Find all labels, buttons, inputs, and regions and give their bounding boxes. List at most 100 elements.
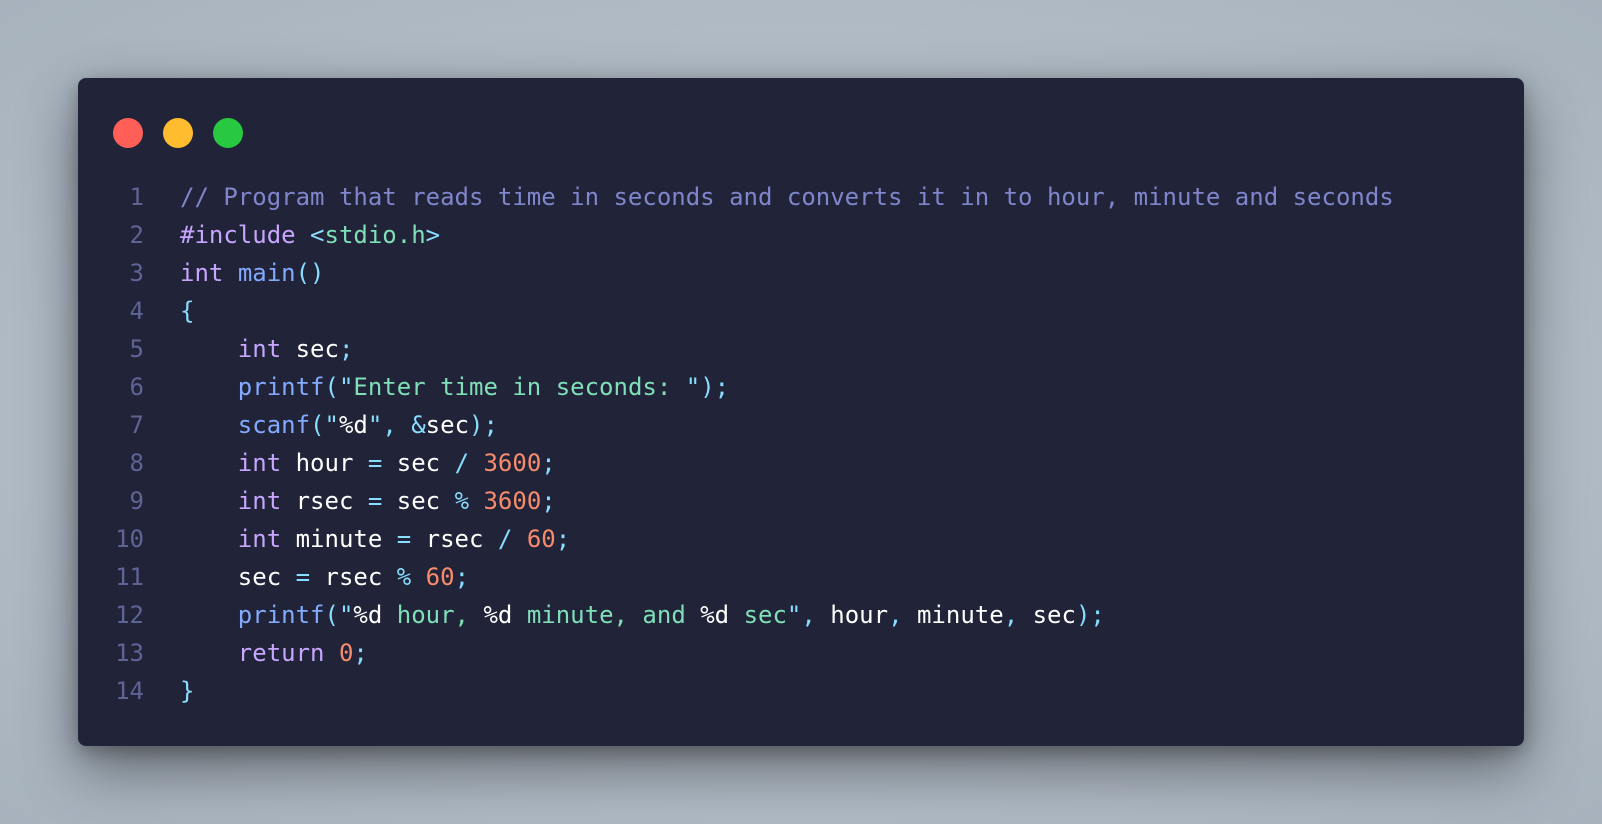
- code-token: ": [786, 601, 802, 629]
- code-token: sec: [425, 411, 470, 439]
- code-token: sec: [382, 449, 455, 477]
- code-line: 3 int main(): [78, 254, 1524, 292]
- line-number: 6: [129, 373, 144, 401]
- code-token: (: [324, 601, 339, 629]
- code-token: {: [180, 297, 195, 325]
- code-token: int: [237, 487, 282, 515]
- code-token: /: [454, 449, 470, 477]
- code-token: sec: [382, 487, 455, 515]
- code-line: 5 int sec;: [78, 330, 1524, 368]
- line-code: {: [180, 292, 194, 330]
- line-code: }: [180, 672, 194, 710]
- code-token: 0: [338, 639, 354, 667]
- code-token: ,: [888, 601, 917, 629]
- line-number: 8: [129, 449, 144, 477]
- maximize-button[interactable]: [213, 118, 243, 148]
- code-token: scanf: [237, 411, 311, 439]
- line-code: int main(): [180, 254, 325, 292]
- line-code: int hour = sec / 3600;: [180, 444, 556, 482]
- code-token: rsec: [411, 525, 498, 553]
- code-token: sec: [281, 335, 339, 363]
- code-token: >: [425, 221, 441, 249]
- code-token: return: [237, 639, 325, 667]
- code-token: ,: [1003, 601, 1033, 629]
- code-token: sec: [180, 563, 296, 591]
- line-code: printf("%d hour, %d minute, and %d sec",…: [180, 596, 1105, 634]
- code-token: =: [367, 449, 383, 477]
- code-token: sec: [1032, 601, 1076, 629]
- code-token: <: [310, 221, 325, 249]
- code-line: 1 // Program that reads time in seconds a…: [78, 178, 1524, 216]
- code-token: ,: [801, 601, 831, 629]
- line-number: 1: [129, 183, 144, 211]
- code-line: 7 scanf("%d", &sec);: [78, 406, 1524, 444]
- line-number: 5: [129, 335, 144, 363]
- code-token: printf: [237, 373, 325, 401]
- line-code: int rsec = sec % 3600;: [180, 482, 556, 520]
- line-code: printf("Enter time in seconds: ");: [180, 368, 729, 406]
- code-token: );: [469, 411, 498, 439]
- code-token: (: [310, 411, 325, 439]
- code-token: rsec: [281, 487, 368, 515]
- minimize-button[interactable]: [163, 118, 193, 148]
- code-token: ": [338, 373, 354, 401]
- code-token: %: [396, 563, 412, 591]
- code-token: int: [237, 335, 282, 363]
- line-number: 14: [115, 677, 144, 705]
- code-token: &: [411, 411, 426, 439]
- code-token: %d: [483, 601, 513, 629]
- code-token: int: [237, 449, 282, 477]
- line-number: 13: [115, 639, 144, 667]
- code-token: minute, and: [512, 601, 701, 629]
- code-token: minute: [281, 525, 397, 553]
- code-token: (: [324, 373, 339, 401]
- code-token: %: [454, 487, 470, 515]
- code-token: ;: [454, 563, 470, 591]
- code-token: ": [338, 601, 354, 629]
- line-code: sec = rsec % 60;: [180, 558, 469, 596]
- code-token: %d: [338, 411, 368, 439]
- code-token: 60: [425, 563, 455, 591]
- code-token: hour: [830, 601, 889, 629]
- code-token: main: [237, 259, 296, 287]
- code-token: minute: [916, 601, 1004, 629]
- line-code: return 0;: [180, 634, 368, 672]
- code-token: %d: [353, 601, 383, 629]
- line-number: 2: [129, 221, 144, 249]
- code-token: ": [685, 373, 701, 401]
- code-token: ;: [338, 335, 354, 363]
- line-code: int minute = rsec / 60;: [180, 520, 570, 558]
- code-line: 10 int minute = rsec / 60;: [78, 520, 1524, 558]
- code-line: 12 printf("%d hour, %d minute, and %d se…: [78, 596, 1524, 634]
- code-token: ": [324, 411, 339, 439]
- code-token: ;: [353, 639, 368, 667]
- code-token: rsec: [310, 563, 397, 591]
- code-token: 3600: [483, 487, 542, 515]
- line-code: scanf("%d", &sec);: [180, 406, 498, 444]
- code-token: printf: [237, 601, 325, 629]
- code-token: int: [237, 525, 282, 553]
- code-line: 11 sec = rsec % 60;: [78, 558, 1524, 596]
- code-editor[interactable]: 1 // Program that reads time in seconds a…: [78, 178, 1524, 710]
- code-token: hour: [281, 449, 368, 477]
- code-token: ": [367, 411, 383, 439]
- code-token: ;: [541, 449, 556, 477]
- code-token: ;: [555, 525, 571, 553]
- code-token: hour,: [382, 601, 484, 629]
- code-token: );: [1075, 601, 1105, 629]
- code-line: 13 return 0;: [78, 634, 1524, 672]
- code-token: sec: [729, 601, 787, 629]
- window-controls: [113, 118, 243, 148]
- code-token: stdio.h: [324, 221, 426, 249]
- close-button[interactable]: [113, 118, 143, 148]
- line-number: 9: [129, 487, 144, 515]
